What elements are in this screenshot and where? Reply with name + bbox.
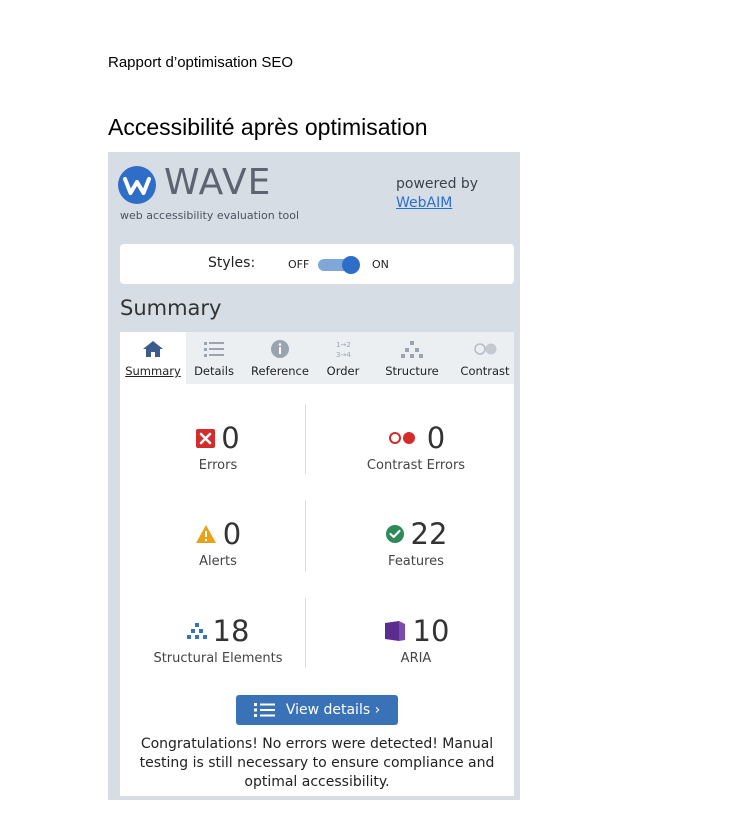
alerts-count: 0	[222, 517, 242, 551]
wave-panel: WAVE web accessibility evaluation tool p…	[108, 152, 520, 800]
stat-contrast-errors[interactable]: 0 Contrast Errors	[326, 421, 506, 473]
stat-structural-elements[interactable]: 18 Structural Elements	[128, 614, 308, 666]
tab-order[interactable]: 1→2 3→4 Order	[318, 332, 368, 384]
congrats-message: Congratulations! No errors were detected…	[139, 736, 495, 790]
tab-details[interactable]: Details	[186, 332, 242, 384]
structural-label: Structural Elements	[153, 651, 283, 666]
tab-structure[interactable]: Structure	[368, 332, 456, 384]
features-count: 22	[410, 517, 448, 551]
wave-subtitle: web accessibility evaluation tool	[120, 209, 300, 222]
view-details-button[interactable]: View details ›	[236, 695, 398, 725]
stat-aria[interactable]: 10 ARIA	[326, 614, 506, 666]
aria-label: ARIA	[400, 651, 432, 666]
aria-cube-icon	[384, 621, 405, 641]
summary-content: 0 Errors 0 Contrast Errors 0 Alerts 22 F…	[120, 384, 514, 796]
powered-by: powered by WebAIM	[396, 176, 479, 211]
home-icon	[143, 341, 163, 357]
styles-label: Styles:	[208, 255, 256, 271]
tab-bar: Summary Details Reference 1→2 3→4 Order …	[120, 332, 514, 384]
wave-logo-text: WAVE	[164, 162, 272, 203]
view-details-label: View details ›	[285, 702, 381, 718]
summary-heading: Summary	[120, 296, 222, 320]
powered-by-label: powered by	[396, 176, 479, 192]
structural-count: 18	[212, 614, 250, 648]
alert-triangle-icon	[195, 525, 216, 543]
structure-tree-icon	[186, 623, 207, 639]
order-icon: 1→2 3→4	[336, 341, 351, 359]
contrast-errors-label: Contrast Errors	[366, 458, 466, 473]
structure-icon	[401, 341, 423, 358]
stat-alerts[interactable]: 0 Alerts	[128, 517, 308, 569]
svg-text:1→2: 1→2	[336, 341, 351, 349]
stat-features[interactable]: 22 Features	[326, 517, 506, 569]
tab-summary[interactable]: Summary	[120, 332, 186, 384]
contrast-errors-count: 0	[426, 421, 446, 455]
errors-count: 0	[221, 421, 240, 455]
feature-check-icon	[385, 525, 404, 543]
tab-contrast[interactable]: Contrast	[456, 332, 514, 384]
error-x-icon	[196, 428, 216, 448]
document-heading: Accessibilité après optimisation	[108, 114, 428, 140]
aria-count: 10	[412, 614, 450, 648]
errors-label: Errors	[198, 458, 238, 473]
alerts-label: Alerts	[199, 554, 237, 569]
svg-text:3→4: 3→4	[336, 351, 351, 359]
features-label: Features	[388, 554, 444, 569]
tab-reference[interactable]: Reference	[242, 332, 318, 384]
list-icon	[253, 703, 275, 717]
styles-on-label: ON	[372, 258, 389, 271]
styles-toggle-box: Styles: OFF ON	[120, 244, 514, 284]
styles-toggle[interactable]	[318, 256, 362, 274]
stat-errors[interactable]: 0 Errors	[128, 421, 308, 473]
wave-logo-icon	[118, 166, 156, 204]
styles-off-label: OFF	[288, 258, 310, 271]
contrast-icon	[474, 343, 497, 355]
document-title: Rapport d’optimisation SEO	[108, 54, 294, 71]
info-icon	[271, 340, 289, 358]
contrast-error-icon	[388, 432, 415, 444]
list-icon	[204, 342, 224, 357]
webaim-link[interactable]: WebAIM	[396, 195, 452, 211]
